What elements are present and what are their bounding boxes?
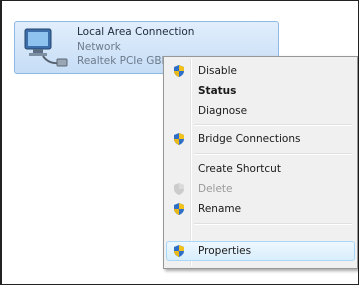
adapter-network-status: Network	[77, 41, 121, 53]
window-frame: Local Area Connection Network Realtek PC…	[0, 0, 359, 285]
adapter-device-name: Realtek PCIe GBE Family Controller	[77, 55, 177, 67]
menu-separator	[194, 153, 352, 155]
menu-item-properties[interactable]: Properties	[166, 241, 355, 261]
shield-icon	[174, 245, 184, 257]
menu-item-delete: Delete	[166, 179, 355, 199]
menu-item-bridge-connections[interactable]: Bridge Connections	[166, 129, 355, 149]
adapter-name: Local Area Connection	[77, 26, 195, 38]
shield-icon	[174, 203, 184, 215]
menu-separator	[194, 223, 352, 225]
menu-item-status[interactable]: Status	[166, 81, 355, 101]
shield-icon	[174, 65, 184, 77]
shield-icon	[174, 133, 184, 145]
menu-item-label: Delete	[198, 183, 233, 195]
menu-item-diagnose[interactable]: Diagnose	[166, 101, 355, 121]
menu-item-label: Rename	[198, 203, 242, 215]
menu-item-label: Properties	[198, 245, 252, 257]
menu-item-disable[interactable]: Disable	[166, 61, 355, 81]
menu-item-rename[interactable]: Rename	[166, 199, 355, 219]
menu-item-label: Bridge Connections	[198, 133, 301, 145]
menu-item-create-shortcut[interactable]: Create Shortcut	[166, 159, 355, 179]
menu-separator	[194, 124, 352, 126]
menu-item-label: Diagnose	[198, 105, 248, 117]
shield-icon	[174, 183, 184, 195]
menu-item-label: Status	[198, 85, 237, 97]
menu-item-label: Create Shortcut	[198, 163, 281, 175]
context-menu: Disable Status Diagnose Bridge Connectio…	[163, 56, 358, 269]
menu-item-label: Disable	[198, 65, 237, 77]
network-adapter-icon	[24, 28, 68, 67]
